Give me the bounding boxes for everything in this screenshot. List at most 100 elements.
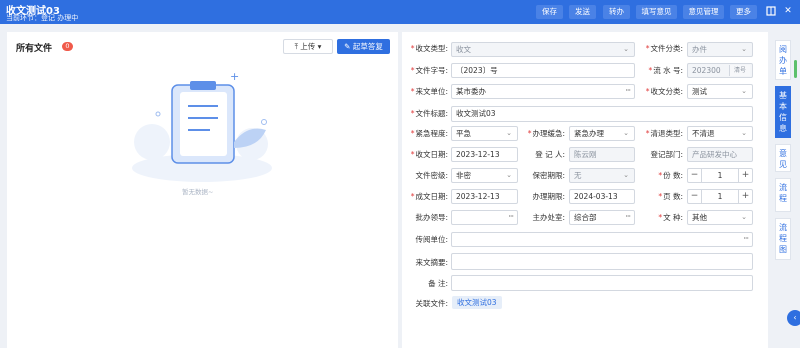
send-button[interactable]: 发送 bbox=[569, 5, 596, 19]
remarks-input[interactable] bbox=[451, 275, 753, 291]
empty-state-text: 暂无数据~ bbox=[182, 188, 214, 196]
tab-basic-info[interactable]: 基本信息 bbox=[775, 86, 791, 138]
more-button[interactable]: 更多 bbox=[730, 5, 757, 19]
maximize-icon[interactable] bbox=[766, 6, 776, 16]
label-serial-number: 流 水 号: bbox=[640, 64, 683, 78]
plus-icon[interactable]: + bbox=[738, 190, 752, 203]
label-register-dept: 登记部门: bbox=[650, 150, 683, 159]
handling-priority-select[interactable]: 紧急办理 ⌄ bbox=[569, 126, 635, 141]
tab-flowchart[interactable]: 流程图 bbox=[775, 218, 791, 260]
label-doc-type: 收文类型: bbox=[405, 42, 448, 56]
upload-icon: ⤒ bbox=[294, 42, 298, 51]
label-security-period: 保密期限: bbox=[532, 171, 565, 180]
label-return-type: 清退类型: bbox=[640, 127, 683, 141]
chevron-down-icon: ⌄ bbox=[623, 45, 629, 53]
save-button[interactable]: 保存 bbox=[536, 5, 563, 19]
urgency-select[interactable]: 平急 ⌄ bbox=[451, 126, 518, 141]
tab-opinions[interactable]: 意见 bbox=[775, 144, 791, 172]
more-icon: ··· bbox=[625, 212, 631, 221]
label-urgency: 紧急程度: bbox=[405, 127, 448, 141]
receive-date-input[interactable]: 2023-12-13 bbox=[451, 147, 518, 162]
doc-class-select[interactable]: 测试 ⌄ bbox=[687, 84, 753, 99]
file-category-select[interactable]: 办件 ⌄ bbox=[687, 42, 753, 57]
security-level-select[interactable]: 非密 ⌄ bbox=[451, 168, 518, 183]
label-deadline: 办理期限: bbox=[532, 192, 565, 201]
label-file-number: 文件字号: bbox=[405, 64, 448, 78]
file-count-badge: 0 bbox=[62, 42, 73, 51]
write-opinion-button[interactable]: 填写意见 bbox=[636, 5, 677, 19]
main-office-input[interactable]: 综合部 ··· bbox=[569, 210, 635, 225]
label-source-unit: 来文单位: bbox=[405, 85, 448, 99]
collapse-toggle-button[interactable]: ‹ bbox=[787, 310, 800, 326]
more-icon: ··· bbox=[625, 86, 631, 95]
pages-stepper[interactable]: −1 + bbox=[687, 189, 753, 204]
label-related-files: 关联文件: bbox=[415, 299, 448, 308]
related-file-tag[interactable]: 收文测试03 bbox=[452, 296, 502, 309]
minus-icon[interactable]: − bbox=[688, 169, 702, 182]
top-header: 收文测试03 当前环节：登记 办理中 保存 发送 转办 填写意见 意见管理 更多… bbox=[0, 0, 800, 24]
register-dept-input[interactable]: 产品研发中心 bbox=[687, 147, 753, 162]
chevron-down-icon: ▾ bbox=[317, 42, 322, 51]
serial-number-input[interactable]: 202300 清号 bbox=[687, 63, 753, 78]
label-handling-priority: 办理缓急: bbox=[522, 127, 565, 141]
tab-reading-form[interactable]: 阅办单 bbox=[775, 40, 791, 80]
label-file-title: 文件标题: bbox=[405, 107, 448, 121]
label-copies: 份 数: bbox=[640, 169, 683, 183]
label-main-office: 主办处室: bbox=[532, 213, 565, 222]
file-number-input[interactable]: 〔2023〕号 bbox=[451, 63, 635, 78]
label-approving-leader: 批办领导: bbox=[415, 213, 448, 222]
deadline-input[interactable]: 2024-03-13 bbox=[569, 189, 635, 204]
scrollbar-thumb[interactable] bbox=[794, 60, 797, 78]
label-summary: 来文摘要: bbox=[415, 258, 448, 267]
chevron-down-icon: ⌄ bbox=[741, 129, 747, 137]
file-title-input[interactable]: 收文测试03 bbox=[451, 106, 753, 122]
upload-label: 上传 bbox=[300, 42, 316, 51]
all-files-title: 所有文件 bbox=[16, 44, 53, 54]
all-files-panel: 所有文件 0 ⤒ 上传 ▾ ✎ 起草答复 + 暂无数据~ bbox=[7, 32, 398, 348]
empty-clipboard-illustration: + bbox=[132, 72, 272, 182]
chevron-down-icon: ⌄ bbox=[506, 129, 512, 137]
clear-number-button[interactable]: 清号 bbox=[728, 65, 750, 76]
label-written-date: 成文日期: bbox=[405, 190, 448, 204]
minus-icon[interactable]: − bbox=[688, 190, 702, 203]
label-registrar: 登 记 人: bbox=[535, 150, 565, 159]
registrar-input[interactable]: 陈云刚 bbox=[569, 147, 635, 162]
label-circulation-units: 传阅单位: bbox=[415, 235, 448, 244]
label-file-category: 文件分类: bbox=[640, 42, 683, 56]
chevron-down-icon: ⌄ bbox=[741, 213, 747, 221]
upload-button[interactable]: ⤒ 上传 ▾ bbox=[283, 39, 333, 54]
plus-icon[interactable]: + bbox=[738, 169, 752, 182]
chevron-down-icon: ⌄ bbox=[623, 171, 629, 179]
label-pages: 页 数: bbox=[640, 190, 683, 204]
summary-textarea[interactable] bbox=[451, 253, 753, 270]
label-doc-class: 收文分类: bbox=[640, 85, 683, 99]
security-period-select[interactable]: 无 ⌄ bbox=[569, 168, 635, 183]
more-icon: ··· bbox=[743, 234, 749, 243]
approving-leader-input[interactable]: ··· bbox=[451, 210, 518, 225]
doc-type-select[interactable]: 收文 ⌄ bbox=[451, 42, 635, 57]
close-icon[interactable]: ✕ bbox=[783, 6, 793, 16]
source-unit-input[interactable]: 某市委办 ··· bbox=[451, 84, 635, 99]
opinion-manage-button[interactable]: 意见管理 bbox=[683, 5, 724, 19]
chevron-left-icon: ‹ bbox=[793, 313, 797, 322]
tab-process[interactable]: 流程 bbox=[775, 178, 791, 212]
label-remarks: 备 注: bbox=[428, 279, 448, 288]
circulation-units-input[interactable]: ··· bbox=[451, 232, 753, 247]
draft-reply-button[interactable]: ✎ 起草答复 bbox=[337, 39, 390, 54]
current-stage: 当前环节：登记 办理中 bbox=[6, 14, 79, 22]
chevron-down-icon: ⌄ bbox=[741, 87, 747, 95]
chevron-down-icon: ⌄ bbox=[506, 171, 512, 179]
chevron-down-icon: ⌄ bbox=[623, 129, 629, 137]
more-icon: ··· bbox=[508, 212, 514, 221]
doc-kind-select[interactable]: 其他 ⌄ bbox=[687, 210, 753, 225]
label-receive-date: 收文日期: bbox=[405, 148, 448, 162]
draft-reply-label: 起草答复 bbox=[352, 42, 383, 51]
return-type-select[interactable]: 不清退 ⌄ bbox=[687, 126, 753, 141]
svg-text:+: + bbox=[230, 72, 239, 83]
label-doc-kind: 文 种: bbox=[640, 211, 683, 225]
copies-stepper[interactable]: −1 + bbox=[687, 168, 753, 183]
chevron-down-icon: ⌄ bbox=[741, 45, 747, 53]
written-date-input[interactable]: 2023-12-13 bbox=[451, 189, 518, 204]
label-security-level: 文件密级: bbox=[415, 171, 448, 180]
transfer-button[interactable]: 转办 bbox=[603, 5, 630, 19]
